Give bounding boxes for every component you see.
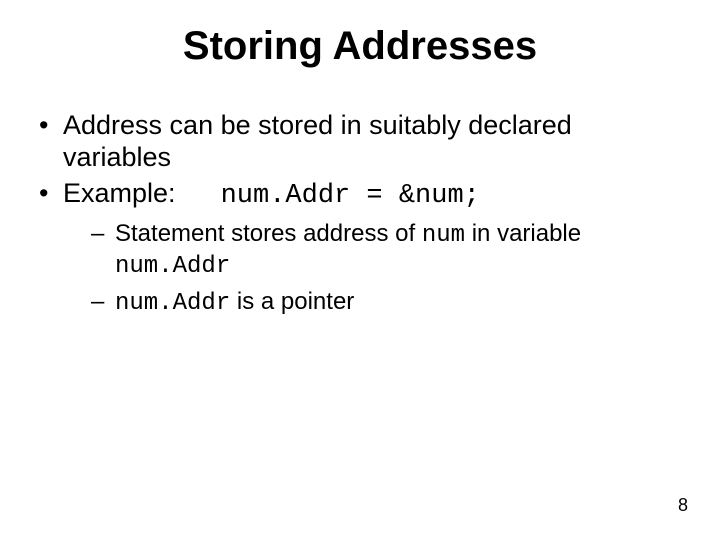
sub-bullet-list: Statement stores address of num in varia… (63, 219, 685, 319)
sub-bullet-1-text-a: Statement stores address of (115, 220, 422, 247)
bullet-2-label: Example: (63, 178, 176, 208)
page-number: 8 (678, 495, 688, 516)
slide-body: Address can be stored in suitably declar… (35, 110, 685, 324)
sub-bullet-1: Statement stores address of num in varia… (63, 219, 685, 282)
bullet-1-text: Address can be stored in suitably declar… (63, 110, 572, 172)
bullet-2-code: num.Addr = &num; (221, 181, 480, 211)
bullet-1: Address can be stored in suitably declar… (35, 110, 685, 174)
sub-bullet-1-text-b: in variable (465, 220, 581, 247)
bullet-2-spacer (183, 178, 213, 208)
sub-bullet-2-code: num.Addr (115, 290, 230, 317)
sub-bullet-1-code-1: num (422, 222, 465, 249)
sub-bullet-2: num.Addr is a pointer (63, 287, 685, 318)
sub-bullet-1-code-2: num.Addr (115, 253, 230, 280)
slide-title: Storing Addresses (0, 24, 720, 69)
bullet-list: Address can be stored in suitably declar… (35, 110, 685, 318)
bullet-2: Example: num.Addr = &num; Statement stor… (35, 178, 685, 319)
sub-bullet-2-text: is a pointer (230, 288, 354, 315)
slide: Storing Addresses Address can be stored … (0, 0, 720, 540)
